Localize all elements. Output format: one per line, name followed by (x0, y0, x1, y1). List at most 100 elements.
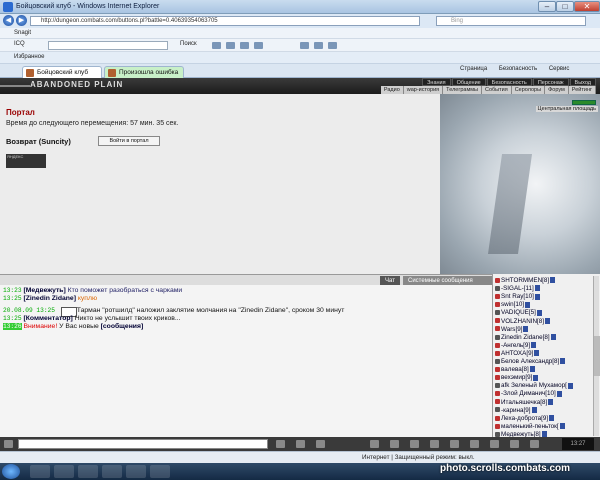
nav-character[interactable]: Персонаж (532, 78, 569, 86)
info-icon[interactable] (534, 285, 540, 292)
back-icon[interactable]: ◀ (3, 15, 14, 26)
player-list-scrollbar[interactable] (593, 276, 600, 436)
info-icon[interactable] (549, 415, 555, 422)
refresh-icon[interactable] (410, 440, 419, 448)
clan-icon (495, 350, 500, 356)
tab-error[interactable]: Произошла ошибка (104, 66, 184, 78)
clan-icon (495, 358, 500, 364)
message-nick[interactable]: [Комментатор] (23, 315, 72, 322)
send-icon[interactable] (276, 440, 285, 448)
subnav-wap[interactable]: wap-история (403, 86, 444, 94)
portal-title: Портал (6, 108, 35, 117)
info-icon[interactable] (536, 309, 542, 316)
return-label: Возврат (Suncity) (6, 137, 71, 146)
info-icon[interactable] (531, 342, 537, 349)
subnav-radio[interactable]: Радио (380, 86, 404, 94)
search-input[interactable]: Bing (436, 16, 586, 26)
scroll-thumb[interactable] (594, 336, 600, 376)
start-button[interactable] (2, 464, 20, 479)
messages-link[interactable]: [сообщения] (101, 323, 144, 330)
exit-icon[interactable] (510, 440, 519, 448)
music-icon[interactable] (240, 42, 249, 49)
snagit-label[interactable]: Snagit (14, 30, 31, 36)
subnav-forum[interactable]: Форум (545, 86, 569, 94)
forward-icon[interactable]: ▶ (16, 15, 27, 26)
nav-security[interactable]: Безопасность (486, 78, 532, 86)
info-icon[interactable] (559, 423, 565, 430)
mute-icon[interactable] (450, 440, 459, 448)
taskbar-media-icon[interactable] (78, 465, 98, 478)
taskbar-app-icon[interactable] (150, 465, 170, 478)
service-menu[interactable]: Сервис (549, 66, 570, 72)
chat-log: 13:23 [Медвежуть] Кто поможет разобратьс… (0, 285, 492, 437)
info-icon[interactable] (531, 406, 537, 413)
status-text: Интернет | Защищенный режим: выкл. (362, 454, 475, 461)
toolbar-search-input[interactable] (48, 41, 168, 50)
people-icon[interactable] (300, 42, 309, 49)
tab-fight-club[interactable]: Бойцовский клуб (22, 66, 102, 78)
options-icon[interactable] (470, 440, 479, 448)
info-icon[interactable] (534, 350, 540, 357)
info-icon[interactable] (550, 334, 556, 341)
nav-communication[interactable]: Общение (451, 78, 486, 86)
subnav-seroly[interactable]: Серолоры (511, 86, 546, 94)
taskbar-app-icon[interactable] (126, 465, 146, 478)
player-list: SHTORMMEN[8] -SIGAL-[11] Snt Ray[10] swin[1… (492, 274, 600, 438)
player-name: SHTORMMEN[8] (501, 277, 550, 284)
clan-icon (495, 302, 500, 308)
taskbar-folder-icon[interactable] (54, 465, 74, 478)
toolbar-search-button[interactable]: Поиск (180, 41, 197, 47)
safety-menu[interactable]: Безопасность (499, 66, 537, 72)
taskbar-app-icon[interactable] (102, 465, 122, 478)
message-nick[interactable]: [Медвежуть] (23, 287, 65, 294)
favorites-button[interactable]: Избранное (14, 54, 44, 60)
chat-message: 20.08.09 13:25 Тарман "ротшилд" наложил … (3, 307, 344, 315)
icq-label[interactable]: ICQ (14, 41, 25, 47)
page-menu[interactable]: Страница (460, 66, 487, 72)
message-nick[interactable]: [Zinedin Zidane] (23, 295, 75, 302)
info-icon[interactable] (533, 374, 539, 381)
info-icon[interactable] (523, 325, 529, 332)
help-icon[interactable] (530, 440, 539, 448)
friends-icon[interactable] (490, 440, 499, 448)
player-name: -SIGAL-[11] (501, 285, 534, 293)
chat-icon[interactable] (328, 42, 337, 49)
tower-image (487, 154, 533, 254)
subnav-events[interactable]: События (481, 86, 512, 94)
enter-portal-button[interactable]: Войти в портал (98, 136, 160, 146)
translit-icon[interactable] (390, 440, 399, 448)
info-icon[interactable] (548, 398, 554, 405)
games-icon[interactable] (254, 42, 263, 49)
info-icon[interactable] (529, 366, 535, 373)
filter-icon[interactable] (370, 440, 379, 448)
nav-exit[interactable]: Выход (569, 78, 596, 86)
location-label[interactable]: Центральная площадь (535, 106, 598, 112)
taskbar-ie-icon[interactable] (30, 465, 50, 478)
weather-icon[interactable] (314, 42, 323, 49)
globe-icon[interactable] (212, 42, 221, 49)
mail-icon[interactable] (226, 42, 235, 49)
chat-message: 13:23 [Медвежуть] Кто поможет разобратьс… (3, 287, 182, 295)
close-button[interactable]: ✕ (574, 1, 600, 12)
clan-icon (495, 391, 500, 397)
info-icon[interactable] (550, 277, 556, 284)
maximize-button[interactable]: □ (556, 1, 574, 12)
minimize-button[interactable]: – (538, 1, 556, 12)
chat-input[interactable] (18, 439, 268, 449)
info-icon[interactable] (545, 317, 551, 324)
sound-icon[interactable] (430, 440, 439, 448)
site-counter[interactable]: ЯНДЕКС (6, 154, 46, 168)
subnav-rating[interactable]: Рейтинг (568, 86, 596, 94)
info-icon[interactable] (534, 293, 540, 300)
info-icon[interactable] (525, 301, 531, 308)
nav-knowledge[interactable]: Знания (422, 78, 451, 86)
clear-icon[interactable] (316, 440, 325, 448)
move-timer: Время до следующего перемещения: 57 мин.… (6, 120, 179, 127)
info-icon[interactable] (560, 358, 566, 365)
info-icon[interactable] (556, 390, 562, 397)
url-input[interactable]: http://dungeon.combats.com/buttons.pl?ba… (30, 16, 420, 26)
chat-settings-icon[interactable] (4, 440, 13, 448)
smiles-icon[interactable] (296, 440, 305, 448)
info-icon[interactable] (567, 382, 573, 389)
subnav-telegrams[interactable]: Телеграммы (443, 86, 482, 94)
